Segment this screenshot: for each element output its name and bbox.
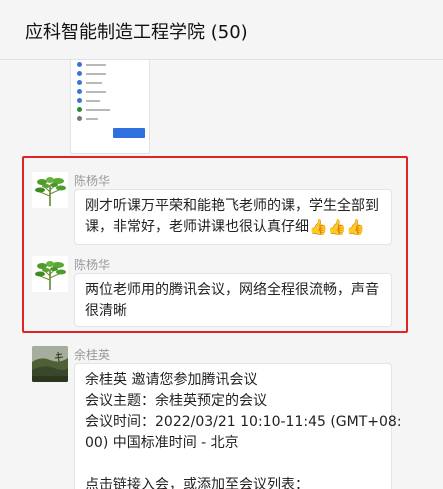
image-row (77, 115, 137, 123)
message-text: 余桂英 邀请您参加腾讯会议 (85, 372, 258, 388)
image-button-filled (113, 128, 145, 138)
sender-name: 余桂英 (74, 348, 111, 362)
message-text: 会议主题：余桂英预定的会议 (85, 393, 267, 409)
message-text: 点击链接入会，或添加至会议列表： (85, 477, 309, 489)
thumbs-up-icon: 👍 (327, 218, 347, 236)
image-row (77, 61, 137, 69)
message-text: 两位老师用的腾讯会议，网络全程很流畅，声音 (85, 282, 379, 298)
message-text: 会议时间：2022/03/21 10:10-11:45 (GMT+08: (85, 414, 402, 430)
message-bubble[interactable]: 余桂英 邀请您参加腾讯会议 会议主题：余桂英预定的会议 会议时间：2022/03… (74, 363, 402, 489)
thumbs-up-icon: 👍 (309, 218, 328, 236)
image-button-outline (79, 129, 101, 138)
message-text: 00) 中国标准时间 - 北京 (85, 435, 239, 451)
message-text: 刚才听课万平荣和能艳飞老师的课，学生全部到 (85, 198, 379, 214)
message-text: 课，非常好，老师讲课也很认真仔细 (85, 219, 309, 235)
avatar-bamboo-icon[interactable] (32, 172, 68, 208)
message-line: 课，非常好，老师讲课也很认真仔细👍👍👍 (85, 217, 381, 238)
sender-name: 陈杨华 (74, 258, 111, 272)
message-bubble[interactable]: 刚才听课万平荣和能艳飞老师的课，学生全部到 课，非常好，老师讲课也很认真仔细👍👍… (74, 189, 392, 245)
image-row (77, 106, 137, 114)
image-row (77, 70, 137, 78)
chat-header: 应科智能制造工程学院 (50) (0, 0, 443, 60)
avatar-landscape-icon[interactable] (32, 346, 68, 382)
image-row (77, 88, 137, 96)
shared-screenshot-image[interactable] (70, 60, 150, 154)
message-bubble[interactable]: 两位老师用的腾讯会议，网络全程很流畅，声音 很清晰 (74, 273, 392, 327)
thumbs-up-icon: 👍 (346, 218, 366, 236)
avatar-bamboo-icon[interactable] (32, 256, 68, 292)
message-text (85, 454, 381, 475)
image-row (77, 97, 137, 105)
image-row (77, 79, 137, 87)
message-list[interactable]: 陈杨华 刚才听课万平荣和能艳飞老师的课，学生全部到 课，非常好，老师讲课也很认真… (0, 60, 443, 489)
sender-name: 陈杨华 (74, 174, 111, 188)
group-title[interactable]: 应科智能制造工程学院 (50) (25, 18, 248, 44)
message-text: 很清晰 (85, 303, 127, 319)
